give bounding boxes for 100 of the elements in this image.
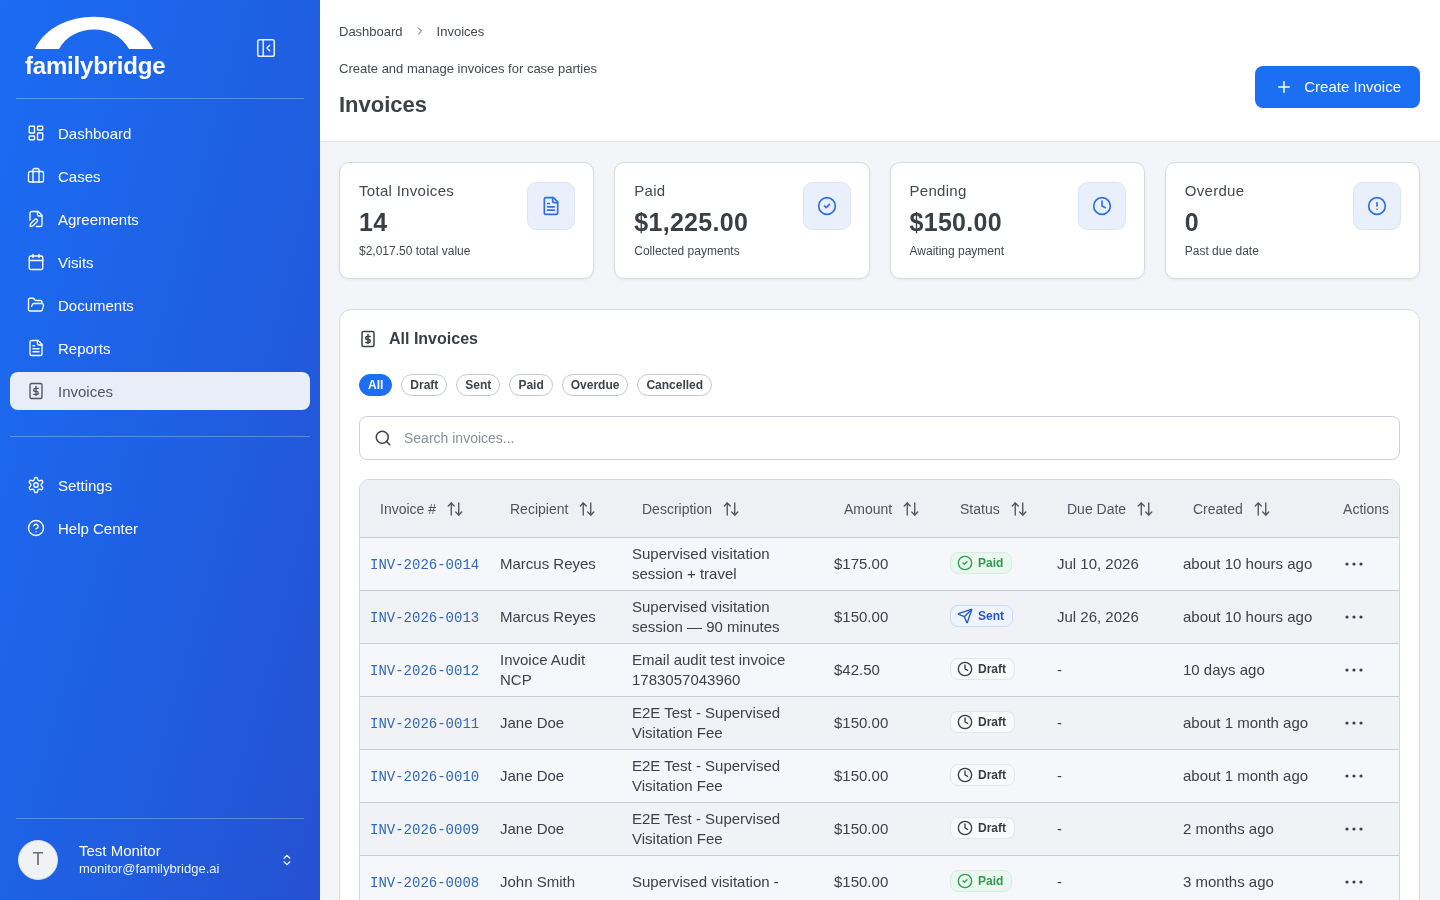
created-time-text: about 1 month ago xyxy=(1183,713,1309,733)
more-icon xyxy=(1345,721,1363,725)
document-icon xyxy=(527,182,576,230)
nav-item[interactable]: Agreements xyxy=(10,200,310,238)
due-date-text: Jul 10, 2026 xyxy=(1057,554,1139,574)
nav-item[interactable]: Cases xyxy=(10,157,310,195)
stat-label: Pending xyxy=(909,181,968,201)
breadcrumb-link[interactable]: Dashboard xyxy=(339,23,403,39)
nav-item[interactable]: Settings xyxy=(10,466,310,504)
nav-item[interactable]: Reports xyxy=(10,329,310,367)
briefcase-icon xyxy=(27,167,45,185)
recipient-name: Marcus Reyes xyxy=(500,554,596,574)
status-text: Draft xyxy=(978,714,1006,731)
due-date-text: - xyxy=(1057,819,1062,839)
page-title: Invoices xyxy=(339,91,429,119)
row-actions-button[interactable] xyxy=(1345,668,1363,672)
filter-chip[interactable]: Cancelled xyxy=(637,374,713,396)
created-time-text: about 10 hours ago xyxy=(1183,554,1313,574)
filter-chip[interactable]: Paid xyxy=(509,374,553,396)
row-actions-button[interactable] xyxy=(1345,562,1363,566)
calendar-icon xyxy=(27,253,45,271)
due-date-text: Jul 26, 2026 xyxy=(1057,607,1139,627)
sort-icon xyxy=(1009,499,1028,518)
row-actions-button[interactable] xyxy=(1345,880,1363,884)
recipient-name: Invoice Audit NCP xyxy=(500,650,587,690)
search-field[interactable]: Search invoices... xyxy=(359,416,1400,460)
search-icon xyxy=(374,429,392,447)
more-icon xyxy=(1345,562,1363,566)
more-icon xyxy=(1345,615,1363,619)
stat-label: Overdue xyxy=(1184,181,1246,201)
user-email: monitor@familybridge.ai xyxy=(79,859,221,878)
nav-item[interactable]: Help Center xyxy=(10,509,310,547)
filter-chip[interactable]: Draft xyxy=(401,374,448,396)
page-subtitle: Create and manage invoices for case parties xyxy=(339,60,597,78)
column-header[interactable]: Created xyxy=(1183,499,1271,518)
status-text: Draft xyxy=(978,820,1006,837)
created-time-text: 10 days ago xyxy=(1183,660,1265,680)
stat-note: Past due date xyxy=(1184,243,1259,260)
column-header[interactable]: Description xyxy=(632,499,741,518)
user-avatar: T xyxy=(18,839,58,880)
description-text: Supervised visitation session — 90 minutes xyxy=(632,597,781,637)
nav-item[interactable]: Invoices xyxy=(10,372,310,410)
row-actions-button[interactable] xyxy=(1345,721,1363,725)
filter-chip[interactable]: Sent xyxy=(456,374,501,396)
check-circle-icon xyxy=(957,873,973,889)
recipient-name: Jane Doe xyxy=(500,713,565,733)
amount-text: $150.00 xyxy=(834,607,889,627)
clock-icon xyxy=(1077,182,1126,230)
amount-text: $175.00 xyxy=(834,554,889,574)
breadcrumb-current: Invoices xyxy=(436,23,485,39)
stat-value: $150.00 xyxy=(909,207,1003,237)
section-title: All Invoices xyxy=(389,329,478,349)
due-date-text: - xyxy=(1057,766,1062,786)
status-text: Paid xyxy=(978,873,1004,890)
sort-icon xyxy=(578,499,597,518)
row-actions-button[interactable] xyxy=(1345,827,1363,831)
stat-note: $2,017.50 total value xyxy=(359,243,471,260)
created-time-text: 2 months ago xyxy=(1183,819,1274,839)
nav-item[interactable]: Visits xyxy=(10,243,310,281)
nav-item[interactable]: Dashboard xyxy=(10,114,310,152)
file-pen-icon xyxy=(27,210,45,228)
row-actions-button[interactable] xyxy=(1345,774,1363,778)
recipient-name: Jane Doe xyxy=(500,766,565,786)
status-text: Draft xyxy=(978,661,1006,678)
due-date-text: - xyxy=(1057,660,1062,680)
collapse-sidebar-button[interactable] xyxy=(255,37,277,59)
clock-icon xyxy=(957,820,973,836)
sort-icon xyxy=(446,499,465,518)
folder-icon xyxy=(27,296,45,314)
panel-left-icon xyxy=(255,37,277,59)
row-actions-button[interactable] xyxy=(1345,615,1363,619)
status-text: Draft xyxy=(978,767,1006,784)
user-name: Test Monitor xyxy=(79,841,162,860)
filter-chip[interactable]: All xyxy=(359,374,393,396)
column-header: Actions xyxy=(1343,500,1389,517)
create-invoice-button[interactable]: Create Invoice xyxy=(1255,65,1420,108)
amount-text: $150.00 xyxy=(834,819,889,839)
dollar-document-icon xyxy=(359,330,377,348)
stat-note: Awaiting payment xyxy=(909,243,1004,260)
bridge-arc-icon xyxy=(35,16,153,50)
created-time-text: 3 months ago xyxy=(1183,872,1274,892)
dollar-document-icon xyxy=(27,382,45,400)
sort-icon xyxy=(902,499,921,518)
recipient-name: Marcus Reyes xyxy=(500,607,596,627)
description-text: E2E Test - Supervised Visitation Fee xyxy=(632,756,782,796)
recipient-name: Jane Doe xyxy=(500,819,565,839)
check-circle-icon xyxy=(957,555,973,571)
stat-value: 14 xyxy=(359,207,389,237)
more-icon xyxy=(1345,827,1363,831)
stat-label: Total Invoices xyxy=(359,181,456,201)
stat-note: Collected payments xyxy=(634,243,741,260)
status-text: Sent xyxy=(978,608,1004,625)
nav-item[interactable]: Documents xyxy=(10,286,310,324)
grid-icon xyxy=(27,124,45,142)
amount-text: $150.00 xyxy=(834,713,889,733)
sort-icon xyxy=(1136,499,1155,518)
filter-chip[interactable]: Overdue xyxy=(561,374,629,396)
clock-icon xyxy=(957,767,973,783)
stat-value: $1,225.00 xyxy=(634,207,749,237)
logo-text: familybridge xyxy=(25,52,166,80)
